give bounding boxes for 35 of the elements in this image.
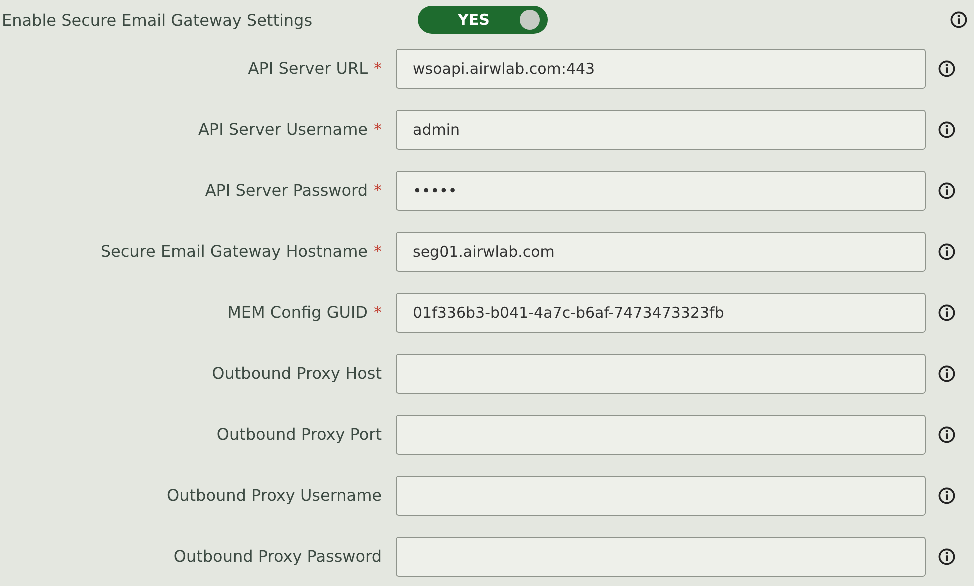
info-icon[interactable] [938, 364, 956, 382]
field-label: MEM Config GUID [228, 303, 368, 322]
required-mark: * [374, 242, 382, 261]
input-field[interactable]: ••••• [396, 170, 926, 210]
toggle-switch[interactable]: YES [418, 6, 548, 34]
info-icon[interactable] [938, 182, 956, 200]
field-label: Outbound Proxy Username [167, 486, 382, 505]
input-field[interactable]: seg01.airwlab.com [396, 232, 926, 272]
required-mark: * [374, 303, 382, 322]
field-label: Secure Email Gateway Hostname [100, 242, 368, 261]
info-icon[interactable] [938, 304, 956, 322]
info-icon[interactable] [938, 242, 956, 260]
info-icon[interactable] [938, 120, 956, 138]
field-label: Outbound Proxy Port [216, 425, 382, 444]
info-icon[interactable] [938, 548, 956, 566]
input-field[interactable] [396, 536, 926, 576]
info-icon[interactable] [938, 486, 956, 504]
required-mark: * [374, 120, 382, 139]
input-field[interactable]: wsoapi.airwlab.com:443 [396, 48, 926, 88]
field-label: API Server Username [198, 120, 368, 139]
required-mark: * [374, 59, 382, 78]
input-field[interactable]: 01f336b3-b041-4a7c-b6af-7473473323fb [396, 292, 926, 332]
input-field[interactable] [396, 476, 926, 516]
info-icon[interactable] [950, 11, 968, 29]
input-field[interactable] [396, 354, 926, 394]
field-label: API Server Password [205, 181, 368, 200]
input-field[interactable] [396, 414, 926, 454]
field-label: API Server URL [248, 59, 368, 78]
required-mark: * [374, 181, 382, 200]
field-label: Outbound Proxy Password [174, 547, 382, 566]
info-icon[interactable] [938, 60, 956, 78]
info-icon[interactable] [938, 426, 956, 444]
input-field[interactable]: admin [396, 110, 926, 150]
setting-label: Enable Secure Email Gateway Settings [1, 10, 314, 30]
field-label: Outbound Proxy Host [212, 364, 382, 383]
